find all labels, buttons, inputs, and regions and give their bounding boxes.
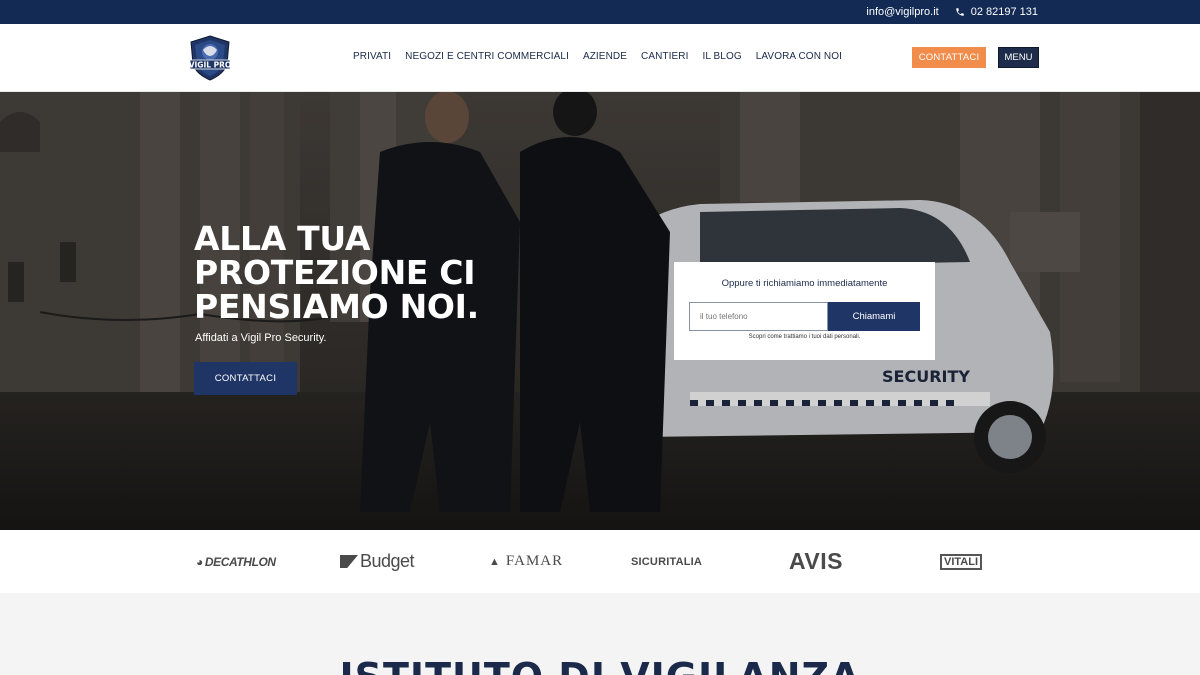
top-contact-bar: info@vigilpro.it 02 82197 131 <box>0 0 1200 24</box>
logo-sicuritalia: SICURITALIA <box>631 530 702 593</box>
email-link[interactable]: info@vigilpro.it <box>866 6 938 18</box>
nav-cantieri[interactable]: CANTIERI <box>641 51 688 62</box>
brand-name-avis: AVIS <box>789 548 843 574</box>
hero-contact-button[interactable]: CONTATTACI <box>194 362 297 395</box>
privacy-note-link[interactable]: Scopri come trattiamo i tuoi dati person… <box>674 334 935 340</box>
institute-section: ISTITUTO DI VIGILANZA <box>0 593 1200 675</box>
hero-subtitle: Affidati a Vigil Pro Security. <box>195 332 327 344</box>
phone-text[interactable]: 02 82197 131 <box>971 6 1038 18</box>
logo-decathlon: ◕ DECATHLON <box>196 530 276 593</box>
vigil-pro-logo[interactable]: VIGIL PRO <box>186 34 234 82</box>
brand-name-budget: Budget <box>360 551 415 571</box>
menu-button[interactable]: MENU <box>998 47 1039 68</box>
nav-negozi[interactable]: NEGOZI E CENTRI COMMERCIALI <box>405 51 569 62</box>
call-me-button[interactable]: Chiamami <box>828 302 920 331</box>
callback-title: Oppure ti richiamiamo immediatamente <box>721 278 888 289</box>
main-nav: PRIVATI NEGOZI E CENTRI COMMERCIALI AZIE… <box>353 51 842 62</box>
hero-section: SECURITY ALLA TUA PROTEZIONE CI PENSIAMO… <box>0 92 1200 530</box>
logo-vitali: VITALI <box>940 530 983 593</box>
nav-blog[interactable]: IL BLOG <box>702 51 741 62</box>
phone-input[interactable] <box>689 302 828 331</box>
section-title: ISTITUTO DI VIGILANZA <box>0 655 1200 675</box>
phone-link[interactable]: 02 82197 131 <box>955 6 1038 18</box>
brand-name-sicuritalia: SICURITALIA <box>631 555 703 568</box>
decathlon-mark-icon: ◕ <box>196 554 203 569</box>
nav-lavora[interactable]: LAVORA CON NOI <box>756 51 842 62</box>
phone-icon <box>955 8 964 16</box>
contact-button-header[interactable]: CONTATTACI <box>912 47 986 68</box>
hero-background-image: SECURITY <box>0 92 1200 530</box>
callback-form: Oppure ti richiamiamo immediatamente Chi… <box>674 262 935 360</box>
brand-name-decathlon: DECATHLON <box>204 554 276 569</box>
nav-aziende[interactable]: AZIENDE <box>583 51 627 62</box>
client-logos-strip: ◕ DECATHLON Budget ▲ FAMAR SICURITALIA A… <box>0 530 1200 593</box>
budget-mark-icon <box>340 555 358 568</box>
svg-text:VIGIL PRO: VIGIL PRO <box>189 61 232 70</box>
hero-title-line-2: PROTEZIONE CI <box>194 253 476 292</box>
email-text[interactable]: info@vigilpro.it <box>866 6 938 18</box>
brand-name-famar: FAMAR <box>505 553 564 569</box>
hero-title-line-3: PENSIAMO NOI. <box>194 287 479 326</box>
logo-budget: Budget <box>340 530 415 593</box>
brand-name-vitali: VITALI <box>940 553 983 570</box>
site-header: VIGIL PRO PRIVATI NEGOZI E CENTRI COMMER… <box>0 24 1200 92</box>
nav-privati[interactable]: PRIVATI <box>353 51 391 62</box>
hero-title: ALLA TUA PROTEZIONE CI PENSIAMO NOI. <box>194 222 554 324</box>
hero-title-line-1: ALLA TUA <box>194 219 371 258</box>
logo-avis: AVIS <box>789 530 843 593</box>
famar-mark-icon: ▲ <box>489 555 501 568</box>
logo-famar: ▲ FAMAR <box>489 530 563 593</box>
